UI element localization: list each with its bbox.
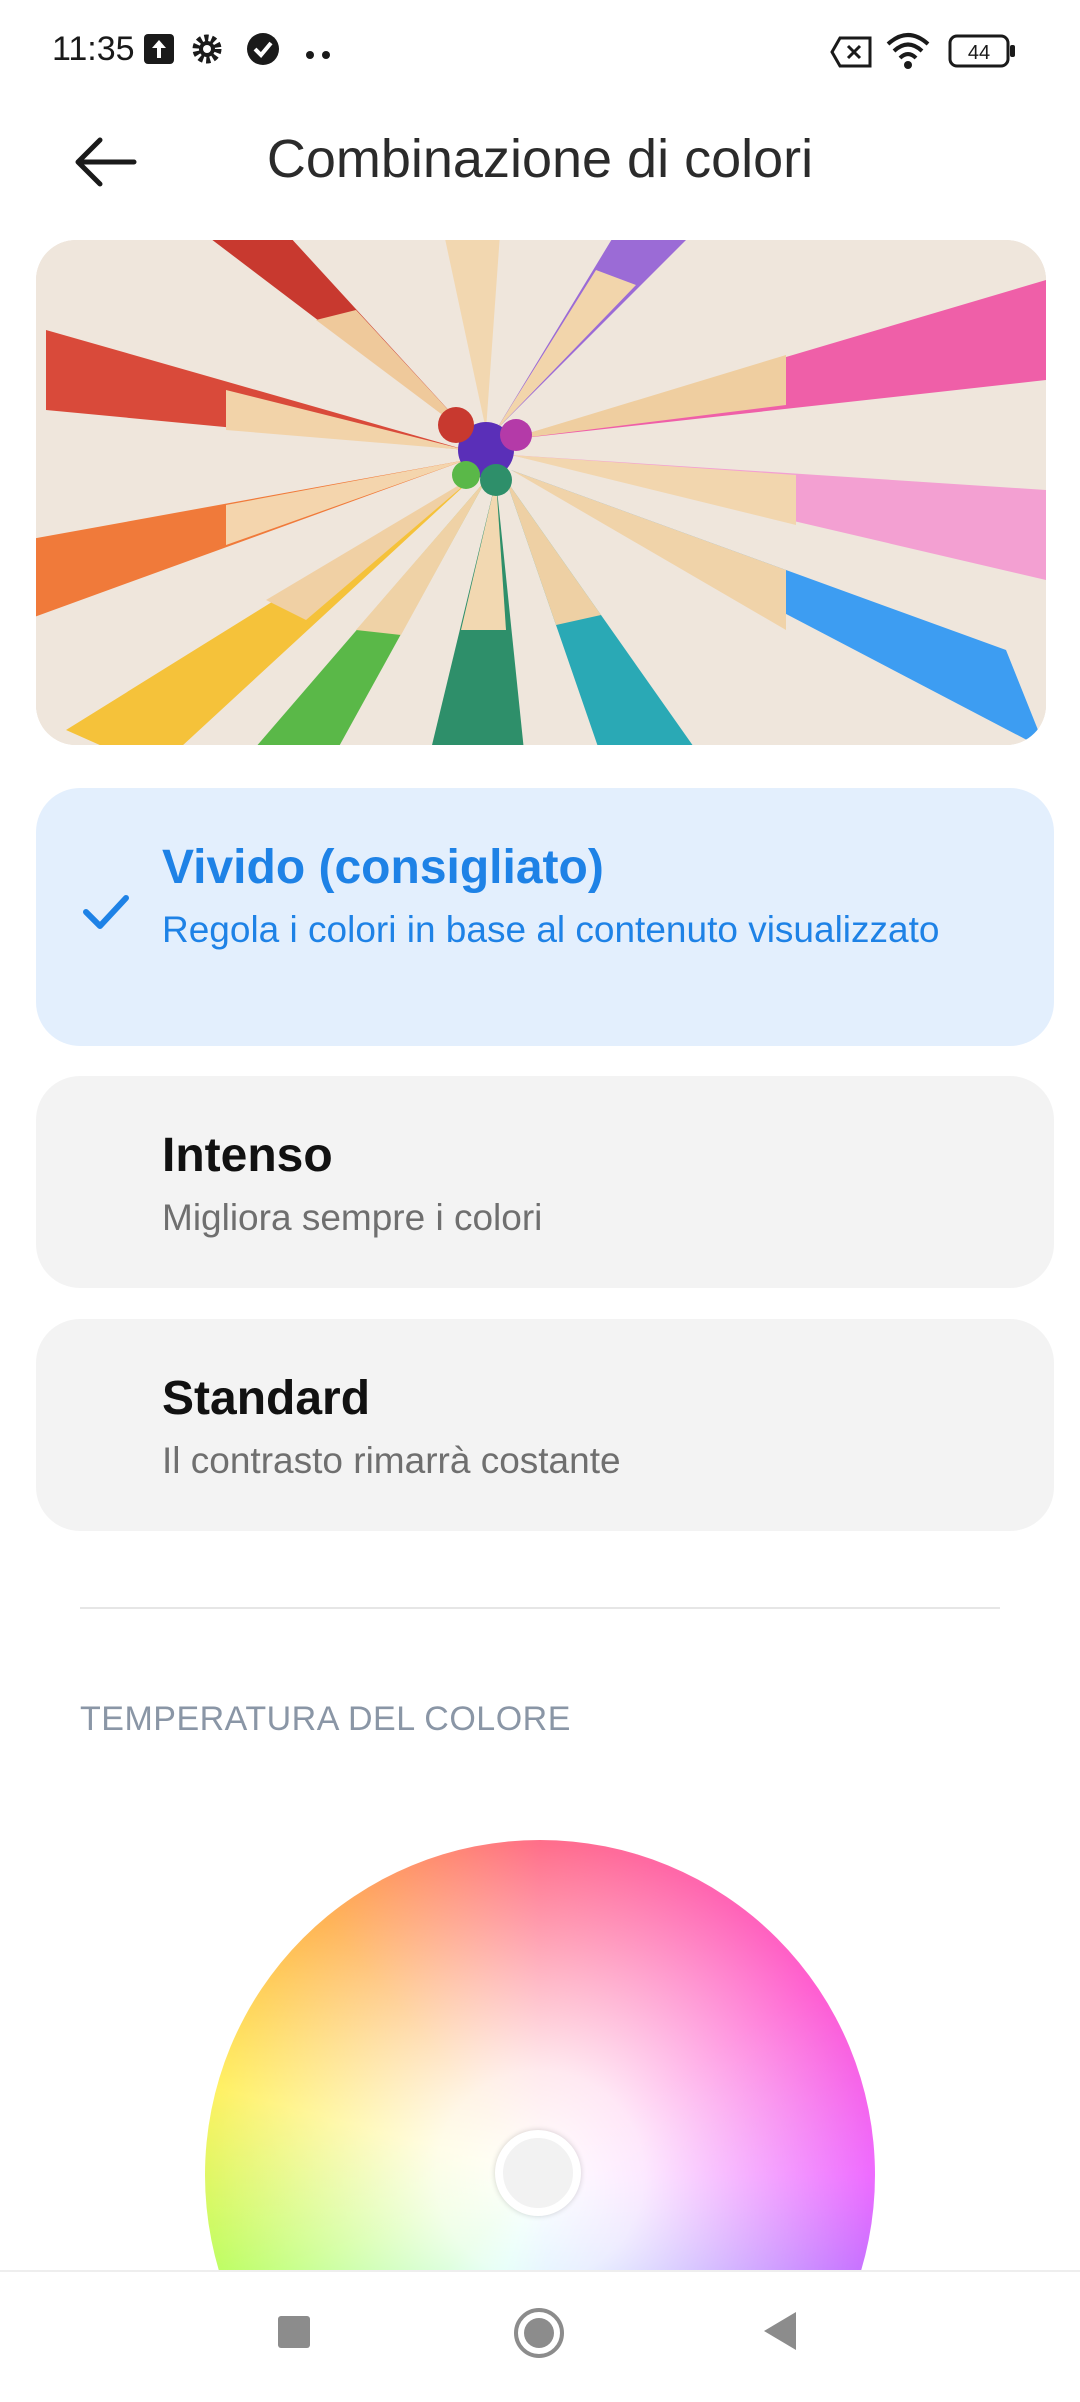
option-description: Il contrasto rimarrà costante: [162, 1440, 621, 1481]
recents-square-icon[interactable]: [274, 2312, 314, 2357]
upload-icon: [142, 32, 176, 71]
back-triangle-icon[interactable]: [760, 2308, 800, 2359]
option-description: Migliora sempre i colori: [162, 1197, 543, 1238]
status-bar: 11:35 44: [0, 0, 1080, 110]
page-title: Combinazione di colori: [266, 129, 814, 189]
option-description: Regola i colori in base al contenuto vis…: [162, 909, 940, 950]
header: Combinazione di colori: [0, 110, 1080, 250]
more-dots-icon: [306, 46, 332, 64]
hero-pencils-image: [36, 240, 1046, 745]
color-wheel[interactable]: [205, 1840, 875, 2270]
option-intenso[interactable]: Intenso Migliora sempre i colori: [36, 1076, 1054, 1288]
divider: [80, 1607, 1000, 1609]
wifi-icon: [884, 30, 932, 75]
battery-icon: 44: [948, 34, 1016, 73]
pencils-illustration: [36, 240, 1046, 745]
navigation-bar: [0, 2270, 1080, 2402]
home-circle-icon[interactable]: [512, 2306, 566, 2365]
option-vivido[interactable]: Vivido (consigliato) Regola i colori in …: [36, 788, 1054, 1046]
wheel-handle[interactable]: [495, 2130, 581, 2216]
section-label-temperature: TEMPERATURA DEL COLORE: [80, 1700, 571, 1738]
gear-icon: [190, 32, 224, 71]
option-title: Standard: [162, 1372, 371, 1425]
no-sim-icon: [830, 36, 874, 73]
status-time: 11:35: [52, 30, 135, 68]
battery-level: 44: [968, 42, 990, 64]
check-icon: [82, 892, 130, 932]
option-title: Vivido (consigliato): [162, 841, 604, 894]
option-title: Intenso: [162, 1129, 333, 1182]
option-standard[interactable]: Standard Il contrasto rimarrà costante: [36, 1319, 1054, 1531]
color-temperature-wheel[interactable]: [205, 1840, 875, 2270]
check-circle-icon: [246, 32, 280, 71]
